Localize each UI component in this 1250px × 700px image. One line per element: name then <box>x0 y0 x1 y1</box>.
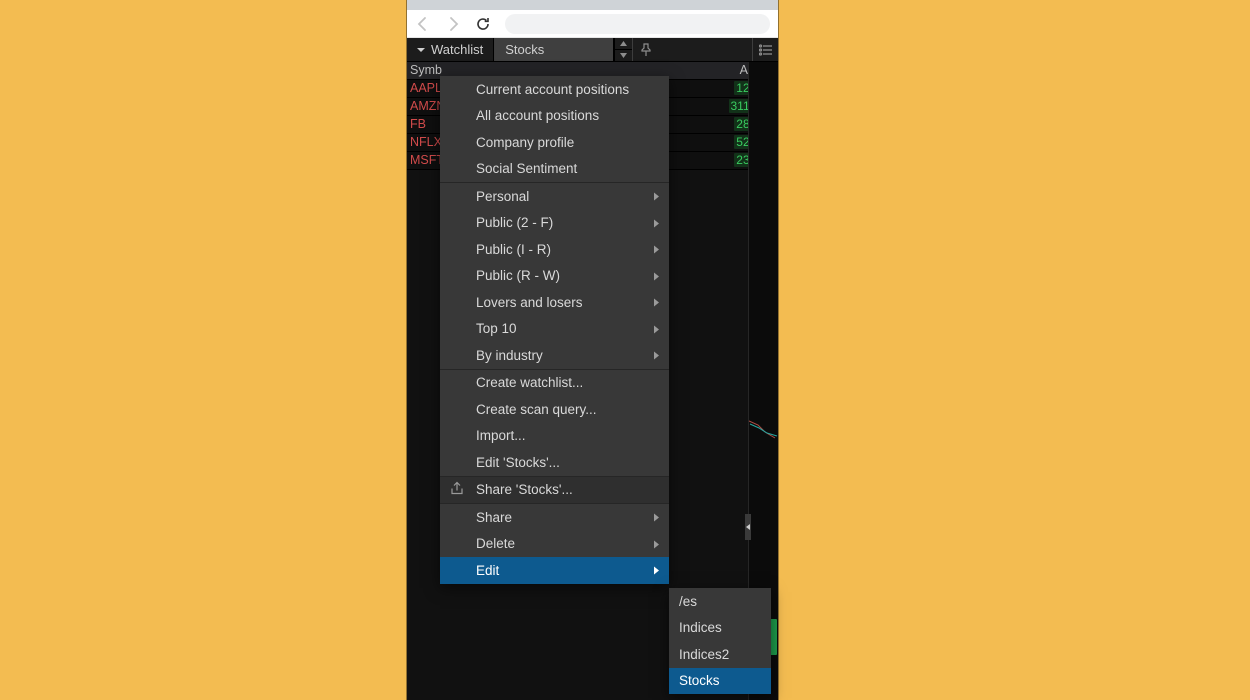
submenu-item[interactable]: /es <box>669 588 771 615</box>
ctx-group-nav: Current account positions All account po… <box>440 76 669 182</box>
menu-item-submenu[interactable]: Delete <box>440 531 669 558</box>
ctx-group-lists: Personal Public (2 - F) Public (I - R) P… <box>440 183 669 369</box>
ctx-group-actions: Create watchlist... Create scan query...… <box>440 370 669 476</box>
chevron-right-icon <box>654 242 659 257</box>
menu-item-submenu[interactable]: Public (R - W) <box>440 263 669 290</box>
back-button[interactable] <box>415 16 431 32</box>
edit-submenu: /es Indices Indices2 Stocks <box>669 588 771 694</box>
stepper-down-icon[interactable] <box>615 50 632 61</box>
browser-tab-strip <box>407 0 778 10</box>
watchlist-label: Watchlist <box>431 42 483 57</box>
forward-button[interactable] <box>445 16 461 32</box>
stepper-control[interactable] <box>614 38 632 61</box>
list-view-button[interactable] <box>752 38 778 61</box>
menu-item[interactable]: Edit 'Stocks'... <box>440 449 669 476</box>
chevron-right-icon <box>654 321 659 336</box>
chevron-right-icon <box>654 189 659 204</box>
submenu-item[interactable]: Indices <box>669 615 771 642</box>
chevron-right-icon <box>654 510 659 525</box>
collapse-handle[interactable] <box>745 514 751 540</box>
menu-item-label: Share 'Stocks'... <box>476 482 573 497</box>
menu-item[interactable]: All account positions <box>440 103 669 130</box>
menu-item-submenu[interactable]: By industry <box>440 342 669 369</box>
chevron-right-icon <box>654 268 659 283</box>
menu-item[interactable]: Social Sentiment <box>440 156 669 183</box>
pin-button[interactable] <box>632 38 658 61</box>
menu-item-share-stocks[interactable]: Share 'Stocks'... <box>440 477 669 504</box>
chevron-right-icon <box>654 536 659 551</box>
share-icon <box>450 481 464 498</box>
submenu-item[interactable]: Stocks <box>669 668 771 695</box>
submenu-item[interactable]: Indices2 <box>669 641 771 668</box>
chevron-right-icon <box>654 295 659 310</box>
menu-item-submenu[interactable]: Public (I - R) <box>440 236 669 263</box>
watchlist-toolbar: Watchlist Stocks <box>407 38 778 62</box>
watchlist-selector-label: Stocks <box>505 42 544 57</box>
menu-item[interactable]: Import... <box>440 423 669 450</box>
sparkline-icon <box>749 418 778 442</box>
chevron-down-icon <box>417 42 425 57</box>
chevron-right-icon <box>654 563 659 578</box>
menu-item-submenu[interactable]: Top 10 <box>440 316 669 343</box>
reload-button[interactable] <box>475 16 491 32</box>
browser-toolbar <box>407 10 778 38</box>
menu-item[interactable]: Create scan query... <box>440 396 669 423</box>
stepper-up-icon[interactable] <box>615 38 632 50</box>
watchlist-selector[interactable]: Stocks <box>494 38 614 61</box>
menu-item[interactable]: Company profile <box>440 129 669 156</box>
menu-item-submenu[interactable]: Edit <box>440 557 669 584</box>
menu-item[interactable]: Create watchlist... <box>440 370 669 397</box>
context-menu: Current account positions All account po… <box>440 76 669 584</box>
chevron-right-icon <box>654 348 659 363</box>
address-bar[interactable] <box>505 14 770 34</box>
watchlist-button[interactable]: Watchlist <box>407 38 494 61</box>
menu-item-submenu[interactable]: Personal <box>440 183 669 210</box>
menu-item-submenu[interactable]: Lovers and losers <box>440 289 669 316</box>
menu-item-submenu[interactable]: Public (2 - F) <box>440 210 669 237</box>
chevron-right-icon <box>654 215 659 230</box>
menu-item-submenu[interactable]: Share <box>440 504 669 531</box>
menu-item[interactable]: Current account positions <box>440 76 669 103</box>
ctx-group-crud: Share Delete Edit <box>440 504 669 584</box>
